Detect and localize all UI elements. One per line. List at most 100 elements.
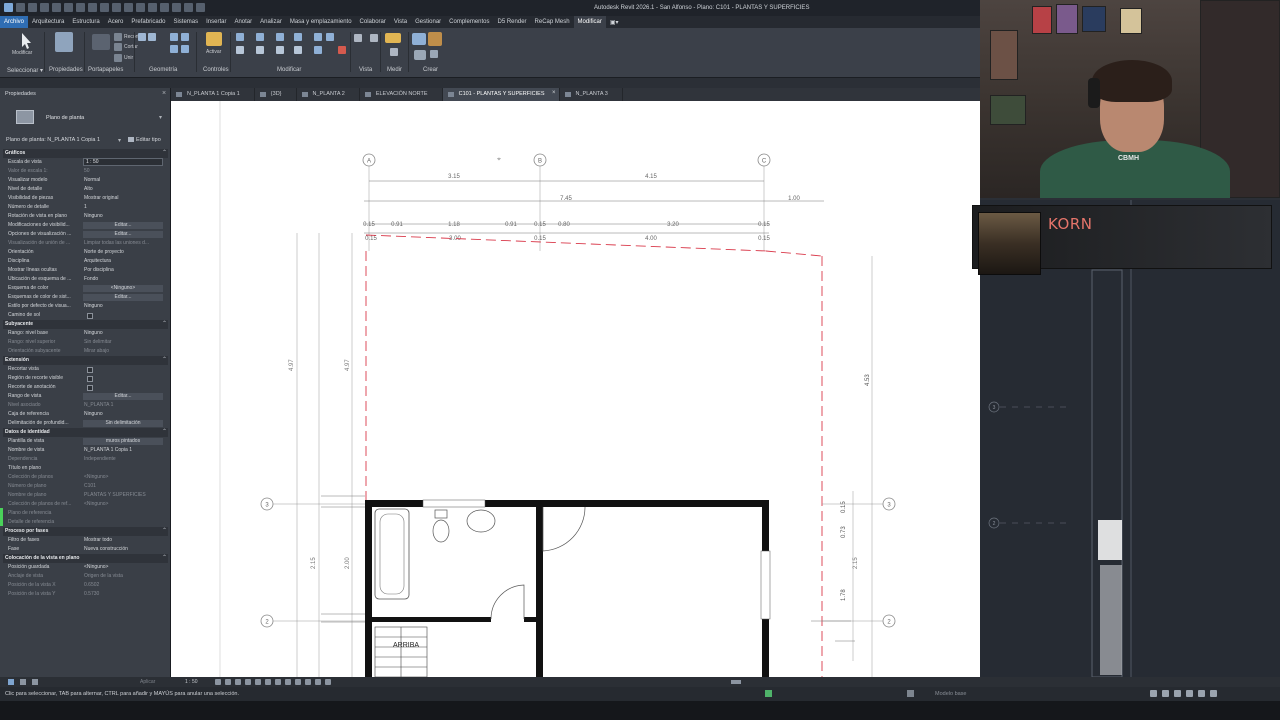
property-checkbox[interactable] (87, 376, 93, 382)
join-icon[interactable] (114, 54, 122, 62)
property-button[interactable]: Editar... (83, 222, 163, 229)
property-value[interactable]: Por disciplina (84, 267, 114, 273)
measure-icon[interactable] (88, 3, 97, 12)
edit-type-button[interactable]: Editar tipo (128, 137, 161, 143)
view-tab[interactable]: {3D} (255, 88, 297, 101)
rotate-icon[interactable] (276, 46, 284, 54)
property-value[interactable]: Ninguno (84, 303, 103, 309)
detail-level-icon[interactable] (215, 679, 221, 685)
crop-view-icon[interactable] (255, 679, 261, 685)
geometry-tool-icon-5[interactable] (170, 45, 178, 53)
drag-elements-icon[interactable] (1198, 690, 1205, 697)
sun-path-icon[interactable] (235, 679, 241, 685)
hide-icon[interactable] (390, 48, 398, 56)
close-hidden-icon[interactable] (172, 3, 181, 12)
select-menu[interactable]: Seleccionar ▾ (7, 67, 43, 74)
properties-icon[interactable] (55, 32, 73, 52)
collapse-icon[interactable]: ⌃ (162, 320, 167, 327)
create-assembly-icon[interactable] (428, 32, 442, 46)
chevron-down-icon[interactable]: ▾ (159, 114, 162, 121)
mirror-draw-icon[interactable] (294, 33, 302, 41)
mirror-axis-icon[interactable] (276, 33, 284, 41)
3d-view-icon[interactable] (136, 3, 145, 12)
property-category[interactable]: Colocación de la vista en plano ⌃ (3, 554, 168, 563)
ribbon-tab[interactable]: Masa y emplazamiento (286, 16, 356, 28)
print-icon[interactable] (76, 3, 85, 12)
filter-icon[interactable] (1210, 690, 1217, 697)
select-underlay-icon[interactable] (1162, 690, 1169, 697)
view-tab[interactable]: N_PLANTA 2 (297, 88, 360, 101)
switch-windows-icon[interactable] (184, 3, 193, 12)
analytical-model-icon[interactable] (305, 679, 311, 685)
visual-style-icon[interactable] (225, 679, 231, 685)
undo-icon[interactable] (52, 3, 61, 12)
geometry-tool-icon-1[interactable] (138, 33, 146, 41)
ribbon-tab[interactable]: D5 Render (494, 16, 531, 28)
property-value[interactable]: <Ninguno> (84, 564, 108, 570)
camera-icon[interactable]: ▣▾ (606, 16, 623, 28)
property-category[interactable]: Extensión ⌃ (3, 356, 168, 365)
property-checkbox[interactable] (87, 385, 93, 391)
geometry-tool-icon-3[interactable] (170, 33, 178, 41)
redo-icon[interactable] (64, 3, 73, 12)
property-category[interactable]: Datos de identidad ⌃ (3, 428, 168, 437)
save-icon[interactable] (28, 3, 37, 12)
split-icon[interactable] (314, 33, 322, 41)
thin-lines-icon[interactable] (160, 3, 169, 12)
ribbon-tab[interactable]: Modificar (573, 16, 606, 28)
ribbon-tab[interactable]: Sistemas (169, 16, 202, 28)
property-category[interactable]: Subyacente ⌃ (3, 320, 168, 329)
worksharing-icon[interactable] (295, 679, 301, 685)
measure-tool-icon[interactable] (412, 33, 426, 45)
property-button[interactable]: muros pintados (83, 438, 163, 445)
ribbon-tab[interactable]: Colaborar (356, 16, 390, 28)
type-selector[interactable]: Plano de planta ▾ (4, 106, 167, 136)
property-button[interactable]: Editar... (83, 294, 163, 301)
select-pinned-icon[interactable] (1174, 690, 1181, 697)
property-value[interactable]: N_PLANTA 1 Copia 1 (84, 447, 132, 453)
ribbon-tab[interactable]: Archivo (0, 16, 29, 28)
property-category[interactable]: Proceso por fases ⌃ (3, 527, 168, 536)
collapse-icon[interactable]: ⌃ (162, 428, 167, 435)
view-tab[interactable]: N_PLANTA 1 Copia 1 (171, 88, 255, 101)
ribbon-tab[interactable]: ReCap Mesh (531, 16, 574, 28)
reveal-hidden-icon[interactable] (285, 679, 291, 685)
trim-icon[interactable] (294, 46, 302, 54)
close-tab-icon[interactable]: × (552, 90, 556, 96)
copy-icon[interactable] (256, 46, 264, 54)
scale-icon[interactable] (314, 46, 322, 54)
select-button[interactable] (16, 32, 34, 50)
system-browser-icon[interactable] (32, 679, 38, 685)
property-value[interactable]: Mostrar todo (84, 537, 112, 543)
ribbon-tab[interactable]: Anotar (230, 16, 256, 28)
select-by-face-icon[interactable] (1186, 690, 1193, 697)
select-links-icon[interactable] (1150, 690, 1157, 697)
property-category[interactable]: Gráficos ⌃ (3, 149, 168, 158)
collapse-icon[interactable]: ⌃ (162, 527, 167, 534)
property-value[interactable]: 1 (84, 204, 87, 210)
collapse-icon[interactable]: ⌃ (162, 149, 167, 156)
property-value[interactable]: Normal (84, 177, 100, 183)
collapse-icon[interactable]: ⌃ (162, 356, 167, 363)
sync-icon[interactable] (40, 3, 49, 12)
property-value[interactable]: Norte de proyecto (84, 249, 124, 255)
unpin-icon[interactable] (370, 34, 378, 42)
view-tab[interactable]: ELEVACIÓN NORTE (360, 88, 443, 101)
selector-chevron-icon[interactable]: ▾ (118, 137, 121, 144)
ribbon-tab[interactable]: Prefabricado (127, 16, 169, 28)
show-crop-icon[interactable] (265, 679, 271, 685)
ribbon-tab[interactable]: Acero (104, 16, 128, 28)
property-button[interactable]: <Ninguno> (83, 285, 163, 292)
array-icon[interactable] (326, 33, 334, 41)
collapse-icon[interactable]: ⌃ (162, 554, 167, 561)
ribbon-tab[interactable]: Insertar (202, 16, 230, 28)
pin-icon[interactable] (354, 34, 362, 42)
offset-icon[interactable] (256, 33, 264, 41)
create-group-icon[interactable] (430, 50, 438, 58)
shadows-icon[interactable] (245, 679, 251, 685)
property-value[interactable]: Nueva construcción (84, 546, 128, 552)
property-button[interactable]: Editar... (83, 231, 163, 238)
dimension-icon[interactable] (100, 3, 109, 12)
view-tab[interactable]: C101 - PLANTAS Y SUPERFICIES × (442, 88, 560, 101)
property-checkbox[interactable] (87, 313, 93, 319)
